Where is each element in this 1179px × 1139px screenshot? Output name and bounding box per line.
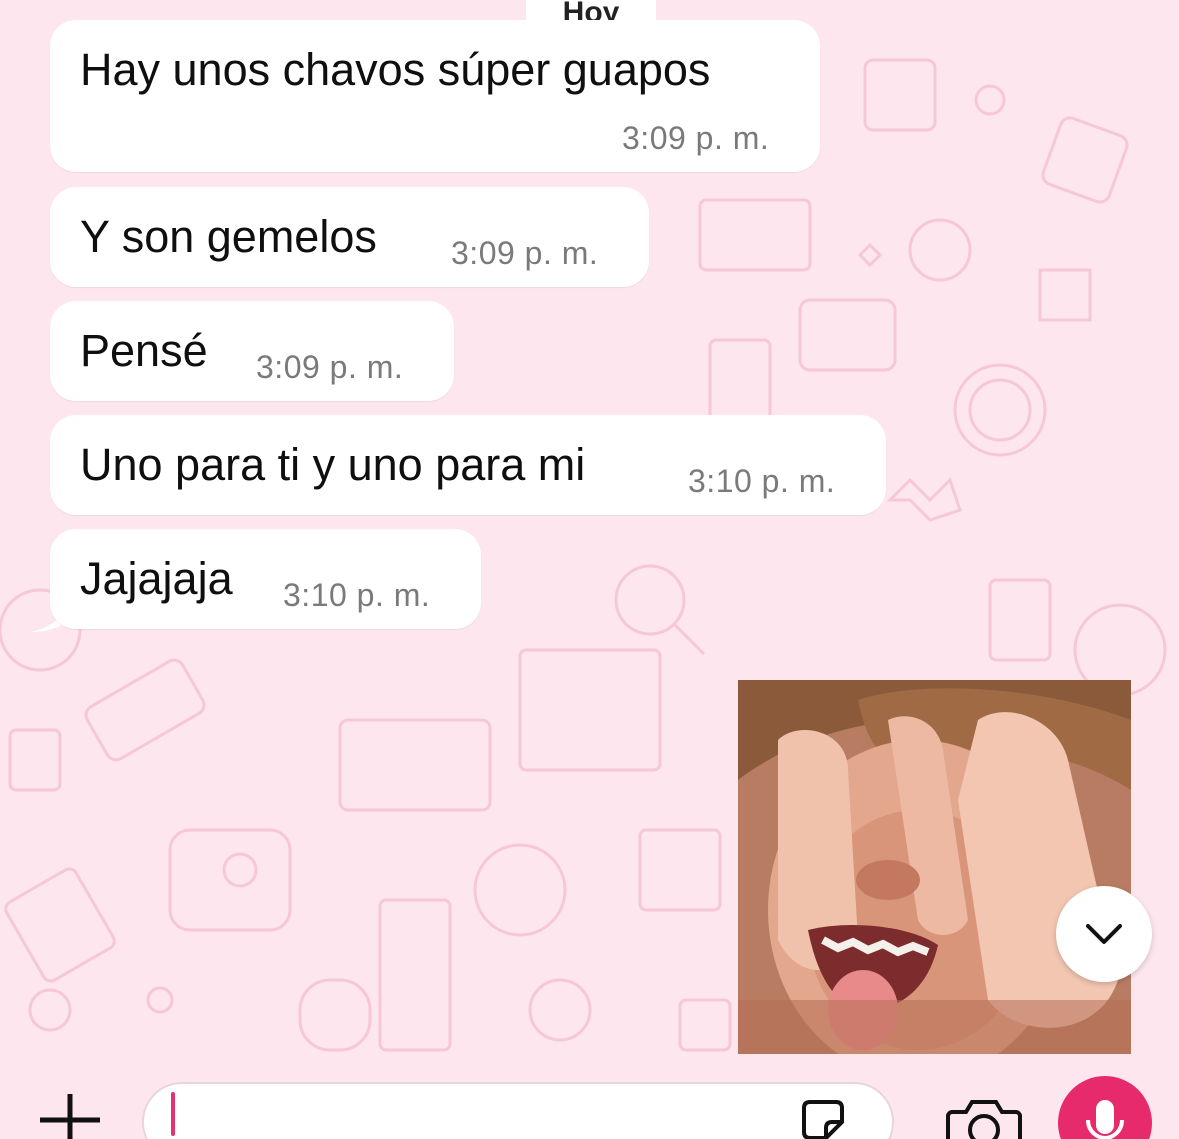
message-text: Uno para ti y uno para mi [80,439,586,490]
message-text: Y son gemelos [80,211,377,262]
message-bubble[interactable]: Y son gemelos 3:09 p. m. [50,187,649,287]
message-timestamp: 3:09 p. m. [256,349,404,385]
message-text: Pensé [80,325,208,376]
camera-icon[interactable] [946,1098,1022,1139]
message-bubble[interactable]: Jajajaja 3:10 p. m. [50,529,481,629]
chevron-down-icon [1086,924,1122,944]
message-bubble[interactable]: Hay unos chavos súper guapos 3:09 p. m. [50,20,820,172]
message-timestamp: 3:10 p. m. [688,463,836,499]
message-text: Hay unos chavos súper guapos [80,44,711,95]
sticker-icon[interactable] [800,1098,846,1139]
child-reaction-image [738,680,1131,1054]
shared-image[interactable] [738,680,1131,1054]
message-timestamp: 3:09 p. m. [451,235,599,271]
message-timestamp: 3:10 p. m. [283,577,431,613]
message-bubble[interactable]: Pensé 3:09 p. m. [50,301,454,401]
message-text: Jajajaja [80,553,233,604]
microphone-button[interactable] [1058,1076,1152,1139]
text-cursor [171,1092,175,1136]
message-input[interactable] [142,1082,894,1139]
message-timestamp: 3:09 p. m. [622,120,770,156]
scroll-to-bottom-button[interactable] [1056,886,1152,982]
microphone-icon [1086,1100,1124,1139]
message-bubble[interactable]: Uno para ti y uno para mi 3:10 p. m. [50,415,886,515]
plus-icon[interactable] [40,1094,100,1139]
